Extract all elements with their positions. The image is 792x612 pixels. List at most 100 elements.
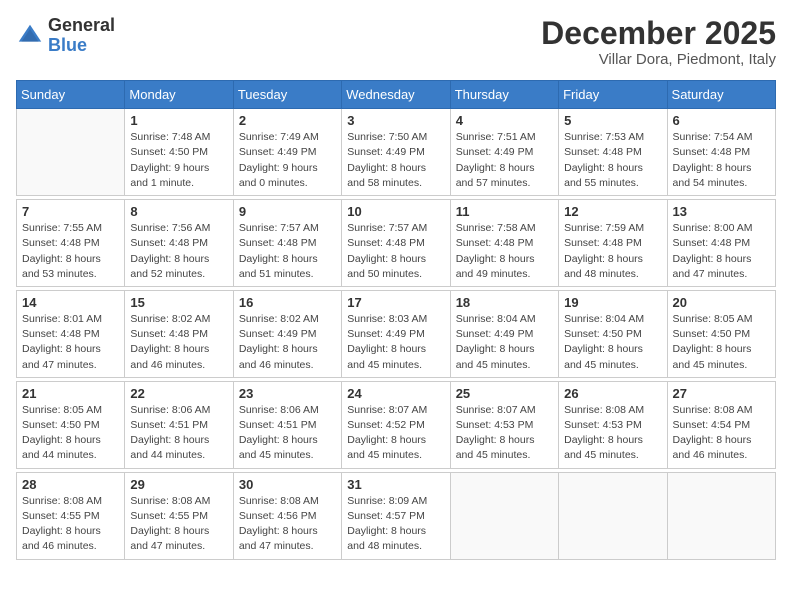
- col-monday: Monday: [125, 81, 233, 109]
- day-number: 28: [22, 477, 119, 492]
- day-number: 26: [564, 386, 661, 401]
- day-number: 15: [130, 295, 227, 310]
- calendar-cell: 14Sunrise: 8:01 AMSunset: 4:48 PMDayligh…: [17, 290, 125, 377]
- day-number: 22: [130, 386, 227, 401]
- day-info: Sunrise: 8:05 AMSunset: 4:50 PMDaylight:…: [22, 403, 119, 464]
- day-info: Sunrise: 8:08 AMSunset: 4:55 PMDaylight:…: [22, 494, 119, 555]
- calendar-cell: 3 Sunrise: 7:50 AMSunset: 4:49 PMDaylight…: [342, 109, 450, 196]
- day-info: Sunrise: 7:50 AMSunset: 4:49 PMDaylight:…: [347, 130, 444, 191]
- calendar-cell: 21 Sunrise: 8:05 AMSunset: 4:50 PMDayligh…: [17, 381, 125, 468]
- day-number: 19: [564, 295, 661, 310]
- calendar-cell: [450, 472, 558, 559]
- day-info: Sunrise: 7:57 AMSunset: 4:48 PMDaylight:…: [347, 221, 444, 282]
- col-sunday: Sunday: [17, 81, 125, 109]
- day-info: Sunrise: 8:06 AMSunset: 4:51 PMDaylight:…: [130, 403, 227, 464]
- day-info: Sunrise: 7:58 AMSunset: 4:48 PMDaylight:…: [456, 221, 553, 282]
- day-number: 3: [347, 113, 444, 128]
- day-number: 11: [456, 204, 553, 219]
- day-info: Sunrise: 8:09 AMSunset: 4:57 PMDaylight:…: [347, 494, 444, 555]
- calendar-cell: 1Sunrise: 7:48 AMSunset: 4:50 PMDaylight…: [125, 109, 233, 196]
- day-number: 12: [564, 204, 661, 219]
- calendar-week-row: 14Sunrise: 8:01 AMSunset: 4:48 PMDayligh…: [17, 290, 776, 377]
- day-info: Sunrise: 8:04 AMSunset: 4:49 PMDaylight:…: [456, 312, 553, 373]
- day-info: Sunrise: 7:57 AMSunset: 4:48 PMDaylight:…: [239, 221, 336, 282]
- col-thursday: Thursday: [450, 81, 558, 109]
- logo-icon: [16, 22, 44, 50]
- day-info: Sunrise: 8:01 AMSunset: 4:48 PMDaylight:…: [22, 312, 119, 373]
- calendar-cell: 22 Sunrise: 8:06 AMSunset: 4:51 PMDayligh…: [125, 381, 233, 468]
- day-number: 27: [673, 386, 770, 401]
- logo: General Blue: [16, 16, 115, 56]
- calendar-header-row: Sunday Monday Tuesday Wednesday Thursday…: [17, 81, 776, 109]
- day-number: 2: [239, 113, 336, 128]
- day-number: 16: [239, 295, 336, 310]
- logo-blue: Blue: [48, 36, 115, 56]
- calendar-week-row: 7 Sunrise: 7:55 AMSunset: 4:48 PMDaylight…: [17, 200, 776, 287]
- day-number: 1: [130, 113, 227, 128]
- day-number: 23: [239, 386, 336, 401]
- day-number: 7: [22, 204, 119, 219]
- calendar-cell: 23 Sunrise: 8:06 AMSunset: 4:51 PMDayligh…: [233, 381, 341, 468]
- day-info: Sunrise: 8:06 AMSunset: 4:51 PMDaylight:…: [239, 403, 336, 464]
- day-number: 29: [130, 477, 227, 492]
- day-number: 25: [456, 386, 553, 401]
- day-info: Sunrise: 7:54 AMSunset: 4:48 PMDaylight:…: [673, 130, 770, 191]
- day-info: Sunrise: 8:05 AMSunset: 4:50 PMDaylight:…: [673, 312, 770, 373]
- day-number: 31: [347, 477, 444, 492]
- calendar-cell: 10 Sunrise: 7:57 AMSunset: 4:48 PMDayligh…: [342, 200, 450, 287]
- day-info: Sunrise: 8:02 AMSunset: 4:48 PMDaylight:…: [130, 312, 227, 373]
- day-number: 6: [673, 113, 770, 128]
- calendar-cell: 29 Sunrise: 8:08 AMSunset: 4:55 PMDayligh…: [125, 472, 233, 559]
- calendar-week-row: 28 Sunrise: 8:08 AMSunset: 4:55 PMDayligh…: [17, 472, 776, 559]
- calendar-cell: 5Sunrise: 7:53 AMSunset: 4:48 PMDaylight…: [559, 109, 667, 196]
- calendar-cell: 9 Sunrise: 7:57 AMSunset: 4:48 PMDaylight…: [233, 200, 341, 287]
- col-friday: Friday: [559, 81, 667, 109]
- page-header: General Blue December 2025 Villar Dora, …: [16, 16, 776, 68]
- day-info: Sunrise: 7:55 AMSunset: 4:48 PMDaylight:…: [22, 221, 119, 282]
- day-info: Sunrise: 8:08 AMSunset: 4:55 PMDaylight:…: [130, 494, 227, 555]
- calendar-cell: [17, 109, 125, 196]
- col-wednesday: Wednesday: [342, 81, 450, 109]
- day-info: Sunrise: 8:04 AMSunset: 4:50 PMDaylight:…: [564, 312, 661, 373]
- calendar-cell: 13 Sunrise: 8:00 AMSunset: 4:48 PMDayligh…: [667, 200, 775, 287]
- calendar-cell: 31 Sunrise: 8:09 AMSunset: 4:57 PMDayligh…: [342, 472, 450, 559]
- day-number: 10: [347, 204, 444, 219]
- calendar-cell: [667, 472, 775, 559]
- logo-general: General: [48, 16, 115, 36]
- day-number: 20: [673, 295, 770, 310]
- calendar-cell: 12 Sunrise: 7:59 AMSunset: 4:48 PMDayligh…: [559, 200, 667, 287]
- col-tuesday: Tuesday: [233, 81, 341, 109]
- calendar-cell: 20 Sunrise: 8:05 AMSunset: 4:50 PMDayligh…: [667, 290, 775, 377]
- day-info: Sunrise: 8:07 AMSunset: 4:53 PMDaylight:…: [456, 403, 553, 464]
- calendar-cell: 27 Sunrise: 8:08 AMSunset: 4:54 PMDayligh…: [667, 381, 775, 468]
- day-number: 30: [239, 477, 336, 492]
- day-info: Sunrise: 8:02 AMSunset: 4:49 PMDaylight:…: [239, 312, 336, 373]
- day-info: Sunrise: 8:00 AMSunset: 4:48 PMDaylight:…: [673, 221, 770, 282]
- calendar-cell: 26 Sunrise: 8:08 AMSunset: 4:53 PMDayligh…: [559, 381, 667, 468]
- day-info: Sunrise: 8:03 AMSunset: 4:49 PMDaylight:…: [347, 312, 444, 373]
- day-number: 18: [456, 295, 553, 310]
- title-block: December 2025 Villar Dora, Piedmont, Ita…: [541, 16, 776, 68]
- day-number: 13: [673, 204, 770, 219]
- day-info: Sunrise: 7:49 AMSunset: 4:49 PMDaylight:…: [239, 130, 336, 191]
- calendar-cell: 30 Sunrise: 8:08 AMSunset: 4:56 PMDayligh…: [233, 472, 341, 559]
- day-number: 9: [239, 204, 336, 219]
- calendar-cell: 11 Sunrise: 7:58 AMSunset: 4:48 PMDayligh…: [450, 200, 558, 287]
- calendar-cell: 8Sunrise: 7:56 AMSunset: 4:48 PMDaylight…: [125, 200, 233, 287]
- day-info: Sunrise: 8:08 AMSunset: 4:54 PMDaylight:…: [673, 403, 770, 464]
- col-saturday: Saturday: [667, 81, 775, 109]
- day-number: 24: [347, 386, 444, 401]
- day-info: Sunrise: 7:51 AMSunset: 4:49 PMDaylight:…: [456, 130, 553, 191]
- location: Villar Dora, Piedmont, Italy: [541, 51, 776, 68]
- day-number: 21: [22, 386, 119, 401]
- calendar-cell: [559, 472, 667, 559]
- day-info: Sunrise: 7:53 AMSunset: 4:48 PMDaylight:…: [564, 130, 661, 191]
- day-number: 4: [456, 113, 553, 128]
- day-info: Sunrise: 8:08 AMSunset: 4:56 PMDaylight:…: [239, 494, 336, 555]
- calendar-cell: 18 Sunrise: 8:04 AMSunset: 4:49 PMDayligh…: [450, 290, 558, 377]
- calendar-cell: 4 Sunrise: 7:51 AMSunset: 4:49 PMDaylight…: [450, 109, 558, 196]
- day-info: Sunrise: 7:59 AMSunset: 4:48 PMDaylight:…: [564, 221, 661, 282]
- day-info: Sunrise: 8:08 AMSunset: 4:53 PMDaylight:…: [564, 403, 661, 464]
- calendar-week-row: 1Sunrise: 7:48 AMSunset: 4:50 PMDaylight…: [17, 109, 776, 196]
- calendar-cell: 2 Sunrise: 7:49 AMSunset: 4:49 PMDaylight…: [233, 109, 341, 196]
